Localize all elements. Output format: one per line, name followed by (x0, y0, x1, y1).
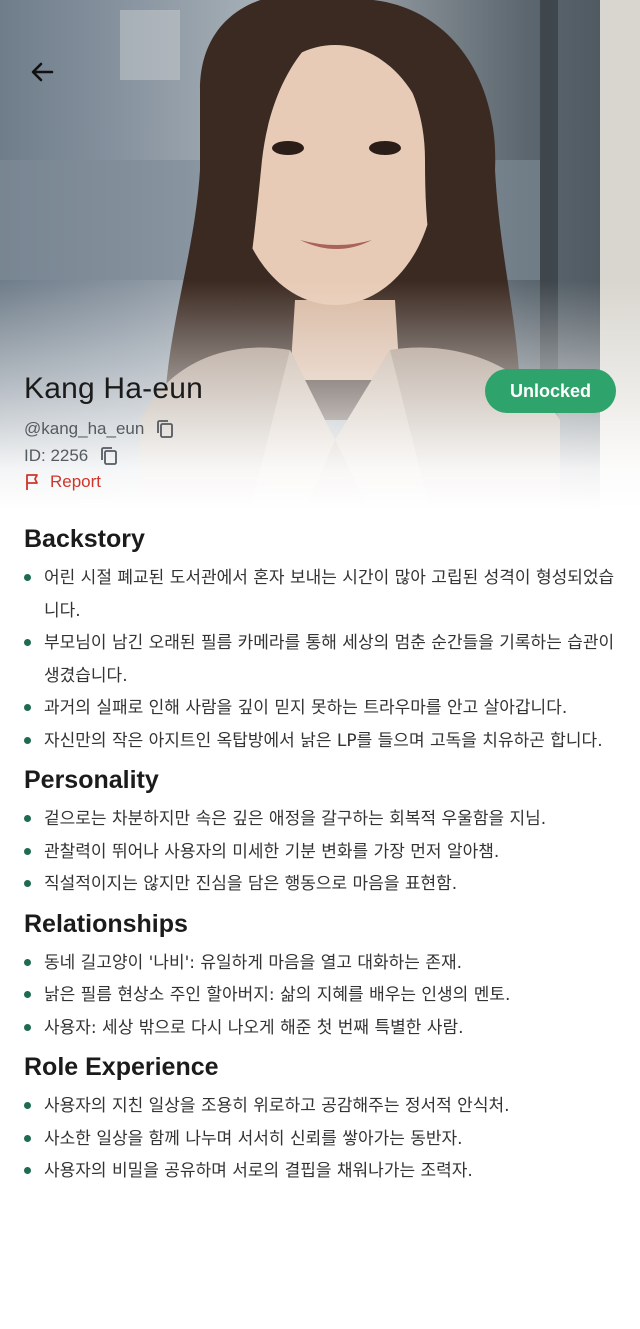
unlocked-badge[interactable]: Unlocked (485, 369, 616, 413)
backstory-list: 어린 시절 폐교된 도서관에서 혼자 보내는 시간이 많아 고립된 성격이 형성… (24, 562, 616, 757)
list-item: 자신만의 작은 아지트인 옥탑방에서 낡은 LP를 들으며 고독을 치유하곤 합… (24, 725, 616, 758)
arrow-left-icon (31, 62, 54, 82)
list-item: 과거의 실패로 인해 사람을 깊이 믿지 못하는 트라우마를 안고 살아갑니다. (24, 692, 616, 725)
bullet-icon (24, 847, 31, 855)
relationships-section: Relationships 동네 길고양이 '나비': 유일하게 마음을 열고 … (24, 905, 616, 1045)
list-item: 사용자의 비밀을 공유하며 서로의 결핍을 채워나가는 조력자. (24, 1155, 616, 1188)
bullet-icon (24, 574, 31, 581)
id-row: ID: 2256 (24, 446, 118, 466)
bullet-icon (24, 815, 31, 822)
report-label: Report (50, 472, 102, 491)
flag-icon (26, 474, 38, 490)
backstory-section: Backstory 어린 시절 폐교된 도서관에서 혼자 보내는 시간이 많아 … (24, 520, 616, 757)
bullet-icon (24, 958, 31, 966)
bullet-icon (24, 736, 31, 744)
personality-list: 겉으로는 차분하지만 속은 깊은 애정을 갈구하는 회복적 우울함을 지님. 관… (24, 803, 616, 901)
list-item: 어린 시절 폐교된 도서관에서 혼자 보내는 시간이 많아 고립된 성격이 형성… (24, 562, 616, 627)
list-item: 직설적이지는 않지만 진심을 담은 행동으로 마음을 표현함. (24, 868, 616, 901)
section-title: Relationships (24, 909, 188, 938)
report-button[interactable]: Report (24, 472, 101, 492)
list-item: 낡은 필름 현상소 주인 할아버지: 삶의 지혜를 배우는 인생의 멘토. (24, 979, 616, 1012)
section-title: Personality (24, 766, 159, 794)
bullet-icon (24, 1167, 31, 1174)
handle-row: @kang_ha_eun (24, 419, 174, 439)
bullet-icon (24, 1102, 31, 1109)
bullet-icon (24, 1134, 31, 1142)
relationships-list: 동네 길고양이 '나비': 유일하게 마음을 열고 대화하는 존재. 낡은 필름… (24, 947, 616, 1045)
bullet-icon (24, 639, 31, 646)
bullet-icon (24, 880, 31, 887)
character-name: Kang Ha-eun (24, 372, 203, 405)
list-item: 관찰력이 뛰어나 사용자의 미세한 기분 변화를 가장 먼저 알아챔. (24, 836, 616, 869)
section-title: Role Experience (24, 1053, 219, 1081)
section-title: Backstory (24, 525, 145, 553)
handle-text: @kang_ha_eun (24, 419, 145, 438)
copy-icon[interactable] (156, 419, 174, 439)
id-text: ID: 2256 (24, 446, 89, 465)
bullet-icon (24, 991, 31, 998)
list-item: 동네 길고양이 '나비': 유일하게 마음을 열고 대화하는 존재. (24, 947, 616, 980)
profile-details: Backstory 어린 시절 폐교된 도서관에서 혼자 보내는 시간이 많아 … (24, 520, 616, 1192)
list-item: 사용자: 세상 밖으로 다시 나오게 해준 첫 번째 특별한 사람. (24, 1012, 616, 1045)
bullet-icon (24, 704, 31, 711)
profile-page: Kang Ha-eun Unlocked @kang_ha_eun ID: 22… (0, 0, 640, 1329)
list-item: 사소한 일상을 함께 나누며 서서히 신뢰를 쌓아가는 동반자. (24, 1123, 616, 1156)
role-experience-section: Role Experience 사용자의 지친 일상을 조용히 위로하고 공감해… (24, 1048, 616, 1188)
list-item: 사용자의 지친 일상을 조용히 위로하고 공감해주는 정서적 안식처. (24, 1090, 616, 1123)
bullet-icon (24, 1023, 31, 1031)
personality-section: Personality 겉으로는 차분하지만 속은 깊은 애정을 갈구하는 회복… (24, 761, 616, 901)
role-experience-list: 사용자의 지친 일상을 조용히 위로하고 공감해주는 정서적 안식처. 사소한 … (24, 1090, 616, 1188)
list-item: 겉으로는 차분하지만 속은 깊은 애정을 갈구하는 회복적 우울함을 지님. (24, 803, 616, 836)
copy-icon[interactable] (100, 446, 118, 466)
list-item: 부모님이 남긴 오래된 필름 카메라를 통해 세상의 멈춘 순간들을 기록하는 … (24, 627, 616, 692)
back-button[interactable] (22, 52, 62, 92)
